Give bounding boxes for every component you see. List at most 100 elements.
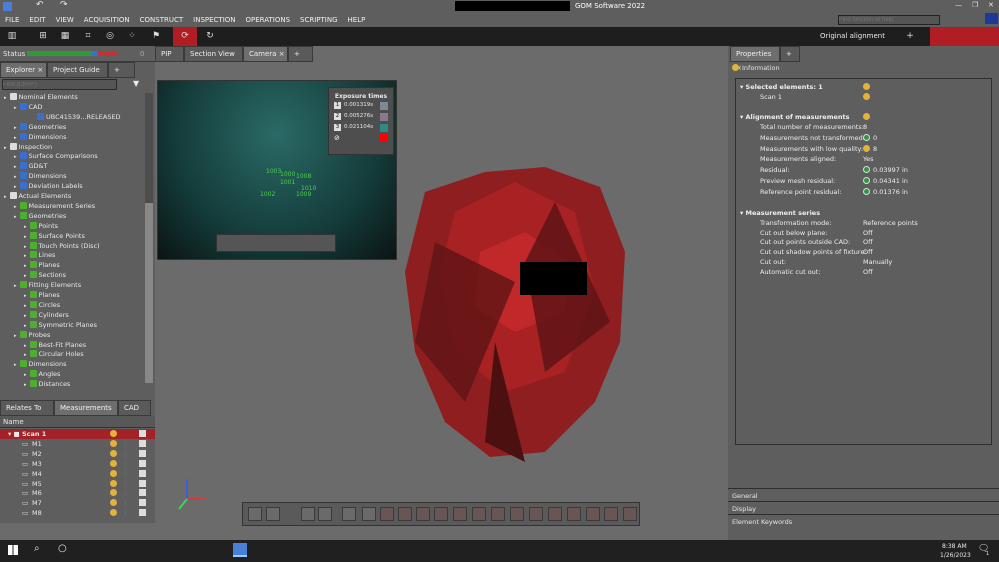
tab-pip[interactable]: PIP — [155, 46, 184, 62]
expand-arrow-icon[interactable]: ▸ — [24, 244, 27, 250]
gom-taskbar-icon[interactable] — [233, 543, 247, 557]
expand-arrow-icon[interactable]: ▸ — [4, 95, 7, 101]
expand-arrow-icon[interactable]: ▸ — [24, 234, 27, 240]
tab-measurements[interactable]: Measurements × — [54, 400, 118, 426]
properties-section-header[interactable]: Element Keywords — [728, 514, 999, 527]
add-properties-tab-button[interactable]: + — [780, 46, 800, 62]
tree-item[interactable]: ▸ Inspection — [2, 142, 52, 152]
menu-operations[interactable]: OPERATIONS — [246, 16, 291, 24]
tab-properties[interactable]: Properties × — [730, 46, 780, 72]
view-tool-button[interactable] — [453, 507, 467, 521]
section-header[interactable]: ▾ Measurement series — [740, 209, 820, 217]
crop-icon[interactable]: ⌗ — [78, 27, 98, 46]
tree-item[interactable]: ▸ Planes — [2, 260, 60, 270]
filter-icon[interactable]: ▼ — [133, 79, 139, 88]
view-tool-button[interactable] — [510, 507, 524, 521]
menu-inspection[interactable]: INSPECTION — [193, 16, 235, 24]
add-panel-tab-button[interactable]: + — [108, 62, 135, 78]
expand-arrow-icon[interactable]: ▸ — [14, 184, 17, 190]
expand-arrow-icon[interactable]: ▸ — [24, 382, 27, 388]
expand-arrow-icon[interactable]: ▸ — [4, 194, 7, 200]
undo-icon[interactable]: ↶ — [36, 0, 44, 10]
view-tool-button[interactable] — [266, 507, 280, 521]
menu-view[interactable]: VIEW — [56, 16, 74, 24]
redo-icon[interactable]: ↷ — [60, 0, 68, 10]
view-tool-button[interactable] — [623, 507, 637, 521]
expand-arrow-icon[interactable]: ▸ — [14, 204, 17, 210]
expand-arrow-icon[interactable]: ▸ — [14, 174, 17, 180]
visibility-icon[interactable] — [139, 489, 146, 497]
expand-arrow-icon[interactable]: ▸ — [14, 283, 17, 289]
stripes-icon[interactable]: ▦ — [55, 27, 75, 46]
tree-item[interactable]: ▸ Dimensions — [2, 132, 66, 142]
expand-arrow-icon[interactable]: ▸ — [24, 313, 27, 319]
properties-section-header[interactable]: Display — [728, 501, 999, 514]
view-tool-button[interactable] — [491, 507, 505, 521]
menu-construct[interactable]: CONSTRUCT — [140, 16, 184, 24]
tree-item[interactable]: ▸ Sections — [2, 270, 66, 280]
tab-section-view[interactable]: Section View — [184, 46, 243, 62]
tree-scrollbar[interactable] — [145, 93, 153, 383]
expand-arrow-icon[interactable]: ▸ — [14, 214, 17, 220]
start-icon[interactable] — [8, 545, 18, 555]
tree-item[interactable]: ▸ Surface Comparisons — [2, 151, 98, 161]
measurement-row[interactable]: ▭ M1 ⋮ — [0, 439, 155, 449]
refresh-alignment-button[interactable]: ⟳ — [173, 27, 197, 46]
expand-arrow-icon[interactable]: ▸ — [24, 253, 27, 259]
function-search-input[interactable] — [838, 15, 940, 25]
add-measurement-icon[interactable]: ⊞ — [33, 27, 53, 46]
visibility-icon[interactable] — [139, 469, 146, 477]
tree-item[interactable]: ▸ Dimensions — [2, 171, 66, 181]
visibility-icon[interactable] — [139, 439, 146, 447]
expand-arrow-icon[interactable]: ▸ — [4, 145, 7, 151]
tree-item[interactable]: ▸ Surface Points — [2, 231, 85, 241]
visibility-icon[interactable] — [139, 499, 146, 507]
menu-file[interactable]: FILE — [5, 16, 19, 24]
visibility-icon[interactable] — [139, 430, 146, 437]
view-tool-button[interactable] — [416, 507, 430, 521]
tree-item[interactable]: ▸ Circles — [2, 300, 60, 310]
scrollbar-thumb[interactable] — [145, 203, 153, 383]
add-alignment-icon[interactable]: + — [900, 27, 920, 46]
measurement-row[interactable]: ▭ M2 ⋮ — [0, 449, 155, 459]
menu-scripting[interactable]: SCRIPTING — [300, 16, 337, 24]
view-tool-button[interactable] — [380, 507, 394, 521]
expand-arrow-icon[interactable]: ▸ — [14, 135, 17, 141]
tree-item[interactable]: ▸ Deviation Labels — [2, 181, 83, 191]
tree-item[interactable]: ▸ Cylinders — [2, 310, 69, 320]
expand-arrow-icon[interactable]: ▸ — [24, 263, 27, 269]
expand-arrow-icon[interactable]: ▸ — [24, 303, 27, 309]
menu-edit[interactable]: EDIT — [29, 16, 45, 24]
tree-item[interactable]: ▸ Circular Holes — [2, 349, 84, 359]
tree-item[interactable]: ▸ Geometries — [2, 122, 66, 132]
tree-item[interactable]: ▸ Actual Elements — [2, 191, 71, 201]
view-tool-button[interactable] — [472, 507, 486, 521]
explorer-find-input[interactable] — [2, 79, 117, 90]
tree-item[interactable]: ▸ Probes — [2, 330, 50, 340]
tab-relates-to[interactable]: Relates To — [0, 400, 54, 416]
expand-arrow-icon[interactable]: ▸ — [24, 343, 27, 349]
tree-item[interactable]: ▸ Nominal Elements — [2, 92, 78, 102]
tree-item[interactable]: ▸ Planes — [2, 290, 60, 300]
restore-icon[interactable]: ❐ — [972, 1, 978, 9]
tab-explorer[interactable]: Explorer × — [0, 62, 47, 78]
tree-item[interactable]: ▸ Points — [2, 221, 58, 231]
view-tool-button[interactable] — [398, 507, 412, 521]
visibility-icon[interactable] — [139, 509, 146, 517]
view-tool-button[interactable] — [318, 507, 332, 521]
expand-arrow-icon[interactable]: ▸ — [14, 362, 17, 368]
visibility-icon[interactable] — [139, 459, 146, 467]
tree-item[interactable]: ▸ Distances — [2, 379, 70, 389]
tree-item[interactable]: ▸ Best-Fit Planes — [2, 340, 86, 350]
expand-arrow-icon[interactable]: ▸ — [24, 273, 27, 279]
tree-item[interactable]: ▸ CAD — [2, 102, 43, 112]
visibility-icon[interactable] — [139, 479, 146, 487]
tree-item[interactable]: ▸ Lines — [2, 250, 55, 260]
close-icon[interactable]: ✕ — [988, 1, 994, 9]
information-header[interactable]: Information — [732, 64, 780, 72]
properties-section-header[interactable]: General — [728, 488, 999, 501]
section-header[interactable]: ▾ Alignment of measurements — [740, 113, 850, 121]
menu-help[interactable]: HELP — [348, 16, 366, 24]
tab-camera[interactable]: Camera × — [243, 46, 288, 62]
sensor-icon[interactable]: ▥ — [2, 27, 22, 46]
